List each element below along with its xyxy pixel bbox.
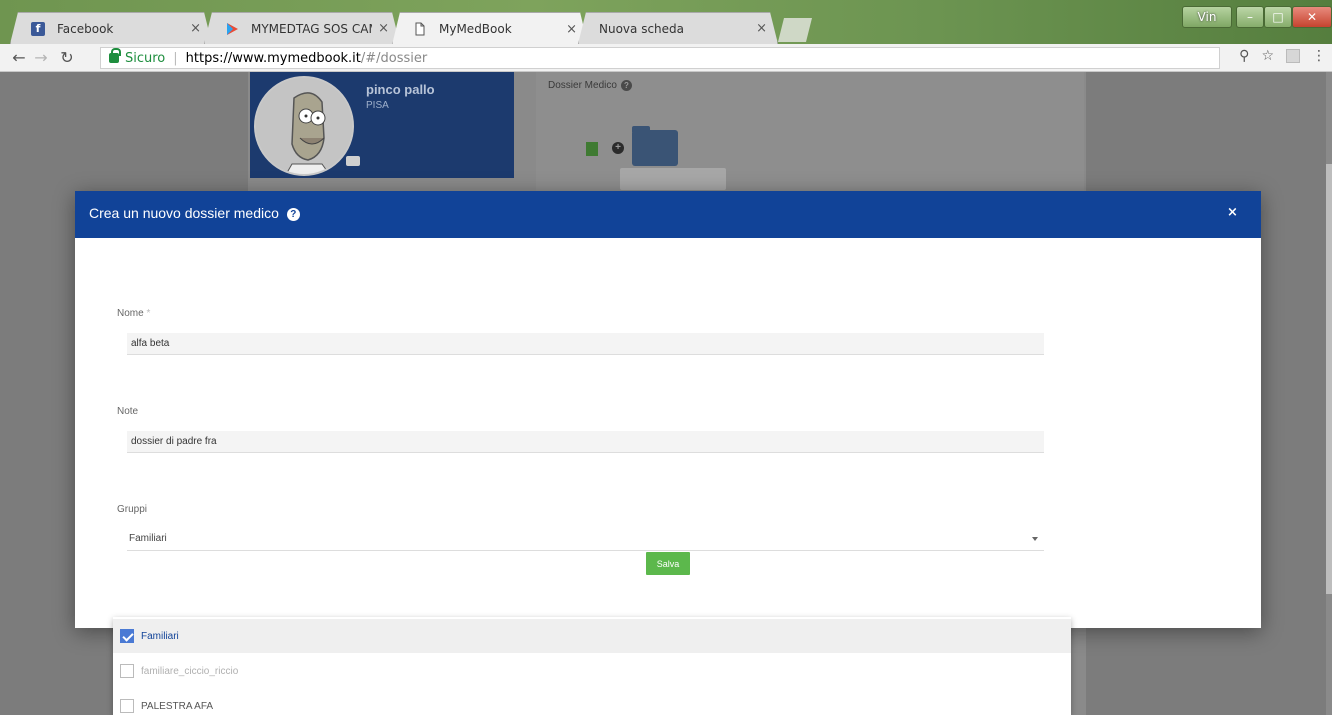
help-icon[interactable]: ? xyxy=(286,208,300,221)
address-bar: ← → ↻ Sicuro | https://www.mymedbook.it /… xyxy=(0,44,1332,72)
address-bar-actions: ⚲ ☆ ⋮ xyxy=(1239,48,1332,64)
close-icon[interactable]: × xyxy=(756,21,767,36)
gruppi-dropdown: Familiari familiare_ciccio_riccio PALEST… xyxy=(113,617,1071,715)
tab-label: Facebook xyxy=(57,21,114,36)
window-close-icon[interactable]: ✕ xyxy=(1292,6,1332,28)
dossier-label-placeholder xyxy=(620,168,726,190)
tab-label: MYMEDTAG SOS CAMPI xyxy=(251,21,369,36)
close-icon[interactable]: × xyxy=(378,21,389,36)
tab-mymedbook[interactable]: MyMedBook × xyxy=(392,12,588,45)
browser-tab-strip: f Facebook × MYMEDTAG SOS CAMPI × MyMedB… xyxy=(0,0,1332,44)
extension-icon[interactable] xyxy=(1286,49,1300,63)
avatar[interactable] xyxy=(254,76,354,176)
option-label: PALESTRA AFA xyxy=(141,700,214,712)
url-input[interactable]: Sicuro | https://www.mymedbook.it/#/doss… xyxy=(100,47,1220,69)
dossier-panel: Dossier Medico? + xyxy=(536,72,1084,192)
nome-label-text: Nome xyxy=(117,308,144,319)
checkbox-unchecked[interactable] xyxy=(120,699,134,713)
url-path: /#/dossier xyxy=(360,50,428,66)
help-icon[interactable]: ? xyxy=(620,80,632,91)
scrollbar-thumb[interactable] xyxy=(1326,164,1332,594)
minimize-icon[interactable]: – xyxy=(1236,6,1264,28)
checkbox-checked[interactable] xyxy=(120,629,134,643)
separator: | xyxy=(173,50,178,66)
facebook-icon: f xyxy=(31,22,45,36)
user-profile-button[interactable]: Vin xyxy=(1182,6,1232,28)
reload-icon[interactable]: ↻ xyxy=(56,48,78,67)
lock-icon xyxy=(109,48,121,63)
secure-label: Sicuro xyxy=(125,50,166,66)
document-icon xyxy=(413,22,427,36)
create-dossier-modal: Crea un nuovo dossier medico ? × Nome * … xyxy=(75,191,1261,628)
close-icon[interactable]: × xyxy=(566,22,577,37)
nome-input[interactable] xyxy=(127,333,1044,355)
dossier-panel-title-text: Dossier Medico xyxy=(548,80,617,91)
new-tab-button[interactable] xyxy=(778,18,812,42)
profile-name: pinco pallo xyxy=(366,82,435,97)
camera-icon[interactable] xyxy=(346,156,360,166)
dropdown-option-familiare-ciccio-riccio[interactable]: familiare_ciccio_riccio xyxy=(113,654,1071,688)
dropdown-option-palestra-afa[interactable]: PALESTRA AFA xyxy=(113,689,1071,715)
caret-down-icon xyxy=(1032,537,1038,541)
forward-icon[interactable]: → xyxy=(30,48,52,67)
option-label: Familiari xyxy=(141,630,179,642)
gruppi-selected-value: Familiari xyxy=(129,533,167,544)
bookmark-star-icon[interactable]: ☆ xyxy=(1261,48,1274,64)
save-button[interactable]: Salva xyxy=(646,552,690,575)
back-icon[interactable]: ← xyxy=(8,48,30,67)
maximize-icon[interactable]: □ xyxy=(1264,6,1292,28)
nome-label: Nome * xyxy=(117,308,150,319)
note-input[interactable] xyxy=(127,431,1044,453)
modal-header: Crea un nuovo dossier medico ? × xyxy=(75,191,1261,238)
tab-label: Nuova scheda xyxy=(599,21,685,36)
dropdown-option-familiari[interactable]: Familiari xyxy=(113,619,1071,653)
folder-icon[interactable] xyxy=(632,126,678,166)
checkbox-unchecked[interactable] xyxy=(120,664,134,678)
gruppi-label: Gruppi xyxy=(117,504,148,515)
tab-new-tab[interactable]: Nuova scheda × xyxy=(578,12,778,44)
zoom-icon[interactable]: ⚲ xyxy=(1239,48,1249,64)
homer-avatar-icon xyxy=(256,78,352,174)
profile-card: pinco pallo PISA xyxy=(250,72,514,178)
url-host: https://www.mymedbook.it xyxy=(185,50,361,66)
close-icon[interactable]: × xyxy=(190,21,201,36)
tab-label: MyMedBook xyxy=(439,22,512,36)
note-label: Note xyxy=(117,406,139,417)
tab-facebook[interactable]: f Facebook × xyxy=(10,12,212,44)
required-marker: * xyxy=(146,308,151,319)
modal-close-icon[interactable]: × xyxy=(1227,205,1238,220)
document-icon[interactable] xyxy=(586,142,598,156)
profile-city: PISA xyxy=(366,100,389,111)
dossier-panel-title: Dossier Medico? xyxy=(548,80,632,91)
modal-title-text: Crea un nuovo dossier medico xyxy=(89,205,279,221)
option-label: familiare_ciccio_riccio xyxy=(141,665,239,677)
menu-icon[interactable]: ⋮ xyxy=(1312,48,1326,64)
modal-title: Crea un nuovo dossier medico ? xyxy=(89,205,300,221)
plus-circle-icon[interactable]: + xyxy=(612,142,624,154)
tab-mymedtag[interactable]: MYMEDTAG SOS CAMPI × xyxy=(204,12,400,44)
gruppi-select[interactable]: Familiari xyxy=(127,529,1044,551)
play-store-icon xyxy=(225,22,239,36)
